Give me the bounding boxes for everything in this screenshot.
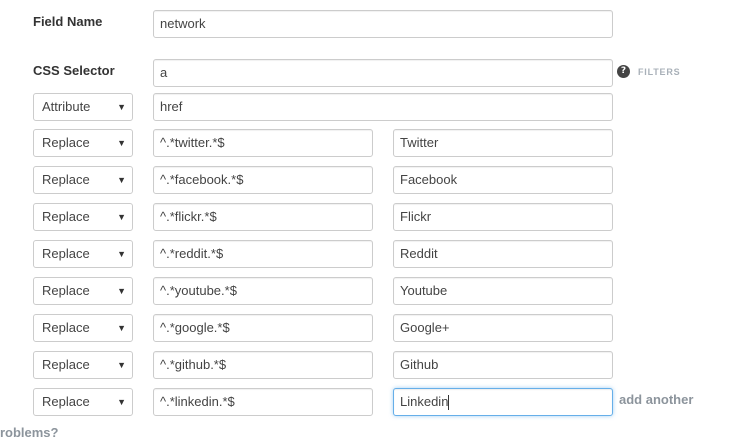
problems-link[interactable]: problems? <box>0 425 58 440</box>
replace-value-input[interactable]: Twitter <box>393 129 613 157</box>
chevron-down-icon: ▼ <box>117 286 126 296</box>
replace-value-input[interactable]: Reddit <box>393 240 613 268</box>
chevron-down-icon: ▼ <box>117 360 126 370</box>
replace-action-select-value: Replace <box>42 320 90 335</box>
replace-value-text: Google+ <box>400 320 450 335</box>
replace-action-select[interactable]: Replace ▼ <box>33 166 133 194</box>
replace-pattern-input[interactable]: ^.*twitter.*$ <box>153 129 373 157</box>
replace-value-input[interactable]: Facebook <box>393 166 613 194</box>
replace-value-text: Reddit <box>400 246 438 261</box>
replace-pattern-input[interactable]: ^.*github.*$ <box>153 351 373 379</box>
replace-value-text: Twitter <box>400 135 439 150</box>
text-caret <box>448 395 450 411</box>
replace-value-text: Github <box>400 357 439 372</box>
replace-pattern-input[interactable]: ^.*linkedin.*$ <box>153 388 373 416</box>
chevron-down-icon: ▼ <box>117 175 126 185</box>
replace-value-input[interactable]: Flickr <box>393 203 613 231</box>
replace-action-select-value: Replace <box>42 357 90 372</box>
css-selector-input[interactable]: a <box>153 59 613 87</box>
attribute-select-value: Attribute <box>42 99 91 114</box>
chevron-down-icon: ▼ <box>117 397 126 407</box>
replace-action-select-value: Replace <box>42 172 90 187</box>
replace-action-select[interactable]: Replace ▼ <box>33 203 133 231</box>
replace-pattern-input[interactable]: ^.*flickr.*$ <box>153 203 373 231</box>
replace-value-input[interactable]: Github <box>393 351 613 379</box>
question-circle-icon[interactable]: ? <box>617 65 630 78</box>
chevron-down-icon: ▼ <box>117 102 126 112</box>
replace-value-input[interactable]: Youtube <box>393 277 613 305</box>
chevron-down-icon: ▼ <box>117 212 126 222</box>
replace-action-select-value: Replace <box>42 135 90 150</box>
replace-value-input[interactable]: Linkedin <box>393 388 613 416</box>
replace-value-input[interactable]: Google+ <box>393 314 613 342</box>
chevron-down-icon: ▼ <box>117 323 126 333</box>
replace-pattern-input[interactable]: ^.*google.*$ <box>153 314 373 342</box>
field-name-input[interactable]: network <box>153 10 613 38</box>
replace-value-text: Youtube <box>400 283 448 298</box>
css-selector-label: CSS Selector <box>33 63 115 78</box>
scraper-field-form: Field Name network CSS Selector a ? FILT… <box>0 0 729 440</box>
chevron-down-icon: ▼ <box>117 249 126 259</box>
replace-action-select[interactable]: Replace ▼ <box>33 388 133 416</box>
replace-action-select-value: Replace <box>42 209 90 224</box>
replace-action-select-value: Replace <box>42 246 90 261</box>
add-another-link[interactable]: add another <box>619 392 693 407</box>
attribute-select[interactable]: Attribute ▼ <box>33 93 133 121</box>
replace-action-select-value: Replace <box>42 283 90 298</box>
replace-value-text: Flickr <box>400 209 432 224</box>
replace-value-text: Facebook <box>400 172 458 187</box>
attribute-input[interactable]: href <box>153 93 613 121</box>
replace-action-select[interactable]: Replace ▼ <box>33 240 133 268</box>
replace-action-select-value: Replace <box>42 394 90 409</box>
replace-pattern-input[interactable]: ^.*facebook.*$ <box>153 166 373 194</box>
replace-pattern-input[interactable]: ^.*reddit.*$ <box>153 240 373 268</box>
filters-link[interactable]: FILTERS <box>638 67 680 77</box>
replace-action-select[interactable]: Replace ▼ <box>33 314 133 342</box>
replace-value-text: Linkedin <box>400 394 449 409</box>
replace-action-select[interactable]: Replace ▼ <box>33 129 133 157</box>
replace-action-select[interactable]: Replace ▼ <box>33 351 133 379</box>
field-name-label: Field Name <box>33 14 103 29</box>
replace-action-select[interactable]: Replace ▼ <box>33 277 133 305</box>
chevron-down-icon: ▼ <box>117 138 126 148</box>
replace-pattern-input[interactable]: ^.*youtube.*$ <box>153 277 373 305</box>
